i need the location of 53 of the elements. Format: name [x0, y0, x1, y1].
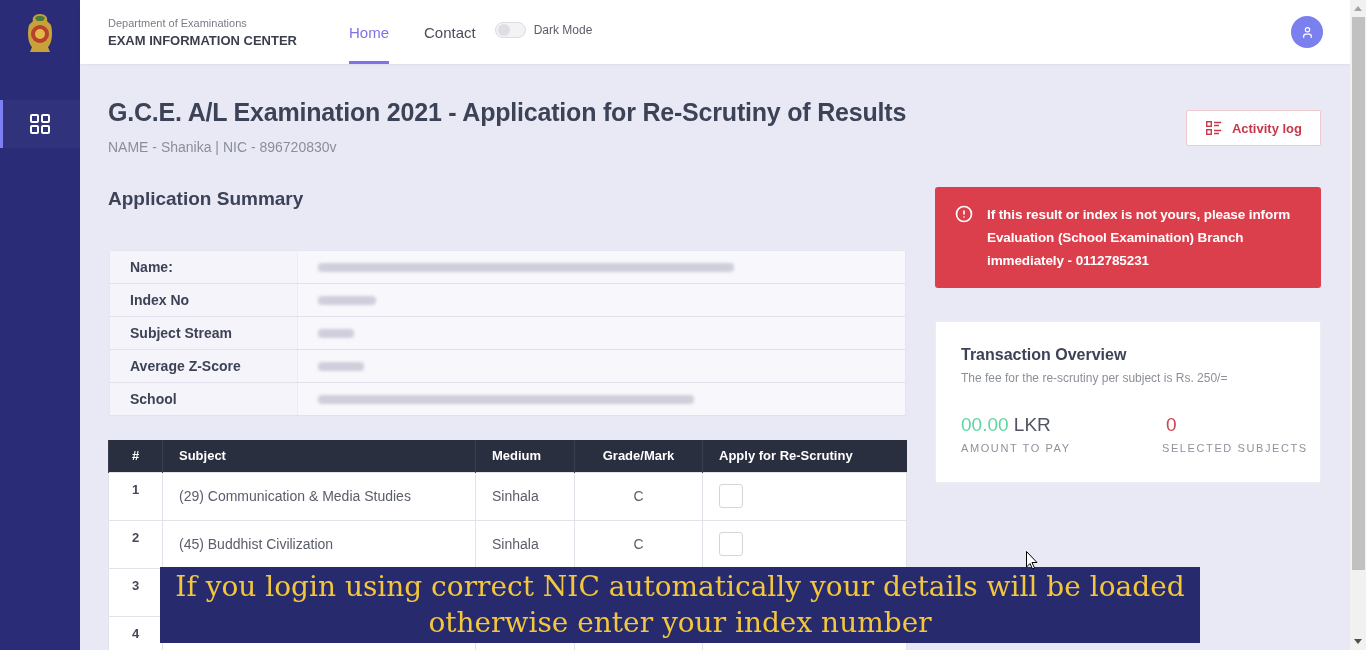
fee-note: The fee for the re-scrutiny per subject is Rs. 250/=	[961, 370, 1229, 386]
card-title: Transaction Overview	[961, 345, 1128, 365]
nav-link[interactable]: Home	[349, 0, 389, 64]
row-number: 2	[108, 520, 163, 568]
scrollbar-thumb[interactable]	[1351, 17, 1365, 570]
column-header: Subject	[162, 440, 476, 472]
checkbox[interactable]	[719, 484, 743, 508]
amount-value: 00.00	[961, 414, 1009, 435]
checkbox[interactable]	[719, 532, 743, 556]
grade-cell: C	[633, 488, 644, 504]
summary-label: Index No	[129, 291, 191, 310]
summary-label: Name:	[129, 258, 174, 277]
medium-cell: Sinhala	[492, 488, 539, 504]
user-icon	[1300, 25, 1314, 39]
scroll-down-icon[interactable]	[1354, 639, 1362, 644]
scroll-up-icon[interactable]	[1354, 6, 1362, 11]
list-icon	[1205, 121, 1222, 135]
emblem-logo	[26, 13, 54, 53]
currency-label: LKR	[1013, 414, 1051, 435]
column-header: Grade/Mark	[574, 440, 703, 472]
dark-mode-label: Dark Mode	[533, 23, 593, 37]
page-title: G.C.E. A/L Examination 2021 - Application for Re-Scrutiny of Results	[108, 97, 907, 128]
grid-icon	[28, 112, 52, 136]
row-number: 1	[108, 472, 163, 520]
org-name: Department of Examinations	[108, 15, 248, 30]
summary-label: Average Z-Score	[129, 357, 242, 376]
mouse-pointer-icon	[1026, 551, 1038, 570]
column-header: #	[108, 440, 163, 472]
alert-text: If this result or index is not yours, please inform Evaluation (School Examination) Branch immediately - 0112785231	[987, 206, 1292, 270]
profile-button[interactable]	[1291, 16, 1323, 48]
summary-label: Subject Stream	[129, 324, 233, 343]
stat-label: SELECTED SUBJECTS	[1162, 441, 1308, 455]
dashboard-nav-item[interactable]	[0, 100, 80, 148]
row-number: 3	[108, 568, 163, 616]
summary-label: School	[129, 390, 178, 409]
column-header: Medium	[475, 440, 575, 472]
nav-link[interactable]: Contact	[424, 0, 476, 64]
medium-cell: Sinhala	[492, 536, 539, 552]
dark-mode-switch[interactable]	[494, 22, 526, 38]
alert-icon	[955, 205, 973, 223]
row-number: 4	[108, 616, 163, 650]
site-title: EXAM INFORMATION CENTER	[108, 32, 297, 49]
stat-label: AMOUNT TO PAY	[961, 441, 1071, 455]
subject-cell: (29) Communication & Media Studies	[179, 488, 411, 504]
column-header: Apply for Re-Scrutiny	[702, 440, 907, 472]
video-subtitle: If you login using correct NIC automatically your details will be loaded otherwise enter your index number	[160, 567, 1200, 643]
grade-cell: C	[633, 536, 644, 552]
user-info: NAME - Shanika | NIC - 896720830v	[108, 138, 338, 156]
scrollbar[interactable]	[1350, 0, 1366, 650]
subject-count: 0	[1165, 413, 1177, 437]
activity-log-button[interactable]: Activity log	[1185, 110, 1321, 146]
section-heading: Application Summary	[108, 187, 305, 211]
subject-cell: (45) Buddhist Civilization	[179, 536, 334, 552]
